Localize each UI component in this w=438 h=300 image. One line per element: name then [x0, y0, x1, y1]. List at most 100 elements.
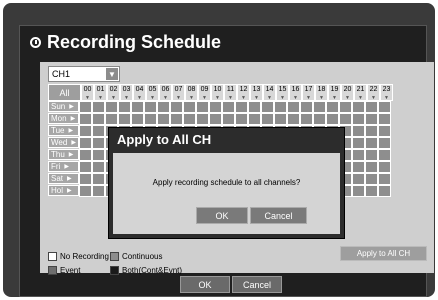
schedule-cell[interactable]: [144, 101, 157, 113]
hour-header-11[interactable]: 11 ▼: [224, 84, 237, 101]
schedule-cell[interactable]: [183, 113, 196, 125]
schedule-cell[interactable]: [79, 137, 92, 149]
schedule-cell[interactable]: [131, 113, 144, 125]
schedule-cell[interactable]: [222, 101, 235, 113]
schedule-cell[interactable]: [378, 185, 391, 197]
schedule-cell[interactable]: [365, 185, 378, 197]
schedule-cell[interactable]: [92, 101, 105, 113]
schedule-cell[interactable]: [92, 125, 105, 137]
schedule-cell[interactable]: [378, 161, 391, 173]
hour-header-09[interactable]: 09 ▼: [198, 84, 211, 101]
schedule-cell[interactable]: [365, 113, 378, 125]
schedule-cell[interactable]: [326, 113, 339, 125]
hour-header-23[interactable]: 23 ▼: [380, 84, 393, 101]
ok-button[interactable]: OK: [180, 276, 230, 293]
schedule-cell[interactable]: [378, 125, 391, 137]
hour-header-00[interactable]: 00 ▼: [81, 84, 94, 101]
day-button-sun[interactable]: Sun ▶: [48, 101, 79, 112]
schedule-cell[interactable]: [300, 101, 313, 113]
day-button-wed[interactable]: Wed ▶: [48, 137, 79, 148]
day-button-mon[interactable]: Mon ▶: [48, 113, 79, 124]
schedule-cell[interactable]: [196, 113, 209, 125]
hour-header-14[interactable]: 14 ▼: [263, 84, 276, 101]
schedule-cell[interactable]: [105, 113, 118, 125]
day-button-thu[interactable]: Thu ▶: [48, 149, 79, 160]
schedule-cell[interactable]: [352, 125, 365, 137]
schedule-cell[interactable]: [248, 113, 261, 125]
schedule-cell[interactable]: [365, 137, 378, 149]
hour-header-17[interactable]: 17 ▼: [302, 84, 315, 101]
hour-header-08[interactable]: 08 ▼: [185, 84, 198, 101]
schedule-cell[interactable]: [261, 101, 274, 113]
hour-header-21[interactable]: 21 ▼: [354, 84, 367, 101]
schedule-cell[interactable]: [300, 113, 313, 125]
schedule-cell[interactable]: [118, 113, 131, 125]
schedule-cell[interactable]: [79, 149, 92, 161]
schedule-cell[interactable]: [79, 173, 92, 185]
schedule-cell[interactable]: [352, 173, 365, 185]
schedule-cell[interactable]: [378, 137, 391, 149]
schedule-cell[interactable]: [92, 149, 105, 161]
schedule-cell[interactable]: [287, 101, 300, 113]
schedule-cell[interactable]: [79, 161, 92, 173]
schedule-cell[interactable]: [352, 185, 365, 197]
schedule-cell[interactable]: [378, 113, 391, 125]
schedule-cell[interactable]: [209, 113, 222, 125]
hour-header-16[interactable]: 16 ▼: [289, 84, 302, 101]
schedule-cell[interactable]: [79, 185, 92, 197]
schedule-cell[interactable]: [170, 101, 183, 113]
schedule-cell[interactable]: [170, 113, 183, 125]
cancel-button[interactable]: Cancel: [232, 276, 282, 293]
schedule-cell[interactable]: [144, 113, 157, 125]
schedule-cell[interactable]: [352, 161, 365, 173]
schedule-cell[interactable]: [378, 173, 391, 185]
schedule-cell[interactable]: [261, 113, 274, 125]
hour-header-01[interactable]: 01 ▼: [94, 84, 107, 101]
schedule-cell[interactable]: [196, 101, 209, 113]
schedule-cell[interactable]: [92, 161, 105, 173]
schedule-cell[interactable]: [92, 173, 105, 185]
channel-select[interactable]: CH1 ▼: [48, 66, 120, 82]
hour-header-19[interactable]: 19 ▼: [328, 84, 341, 101]
hour-header-03[interactable]: 03 ▼: [120, 84, 133, 101]
hour-header-22[interactable]: 22 ▼: [367, 84, 380, 101]
schedule-cell[interactable]: [92, 137, 105, 149]
schedule-cell[interactable]: [313, 101, 326, 113]
hour-header-04[interactable]: 04 ▼: [133, 84, 146, 101]
schedule-cell[interactable]: [79, 101, 92, 113]
schedule-cell[interactable]: [274, 113, 287, 125]
day-button-sat[interactable]: Sat ▶: [48, 173, 79, 184]
hour-header-02[interactable]: 02 ▼: [107, 84, 120, 101]
schedule-cell[interactable]: [339, 113, 352, 125]
schedule-cell[interactable]: [105, 101, 118, 113]
schedule-cell[interactable]: [274, 101, 287, 113]
schedule-cell[interactable]: [235, 113, 248, 125]
hour-header-12[interactable]: 12 ▼: [237, 84, 250, 101]
dialog-cancel-button[interactable]: Cancel: [250, 207, 307, 224]
schedule-cell[interactable]: [209, 101, 222, 113]
hour-header-20[interactable]: 20 ▼: [341, 84, 354, 101]
schedule-cell[interactable]: [222, 113, 235, 125]
chevron-down-icon[interactable]: ▼: [106, 68, 118, 80]
schedule-cell[interactable]: [248, 101, 261, 113]
dialog-ok-button[interactable]: OK: [196, 207, 248, 224]
apply-to-all-button[interactable]: Apply to All CH: [340, 246, 427, 261]
day-button-fri[interactable]: Fri ▶: [48, 161, 79, 172]
schedule-cell[interactable]: [365, 125, 378, 137]
schedule-cell[interactable]: [118, 101, 131, 113]
schedule-cell[interactable]: [92, 113, 105, 125]
schedule-cell[interactable]: [352, 137, 365, 149]
schedule-cell[interactable]: [79, 125, 92, 137]
schedule-cell[interactable]: [365, 149, 378, 161]
hour-header-13[interactable]: 13 ▼: [250, 84, 263, 101]
schedule-cell[interactable]: [365, 101, 378, 113]
schedule-cell[interactable]: [352, 101, 365, 113]
schedule-cell[interactable]: [157, 101, 170, 113]
schedule-cell[interactable]: [183, 101, 196, 113]
schedule-cell[interactable]: [92, 185, 105, 197]
schedule-cell[interactable]: [378, 149, 391, 161]
schedule-cell[interactable]: [352, 149, 365, 161]
hour-header-18[interactable]: 18 ▼: [315, 84, 328, 101]
schedule-cell[interactable]: [365, 173, 378, 185]
hour-header-07[interactable]: 07 ▼: [172, 84, 185, 101]
